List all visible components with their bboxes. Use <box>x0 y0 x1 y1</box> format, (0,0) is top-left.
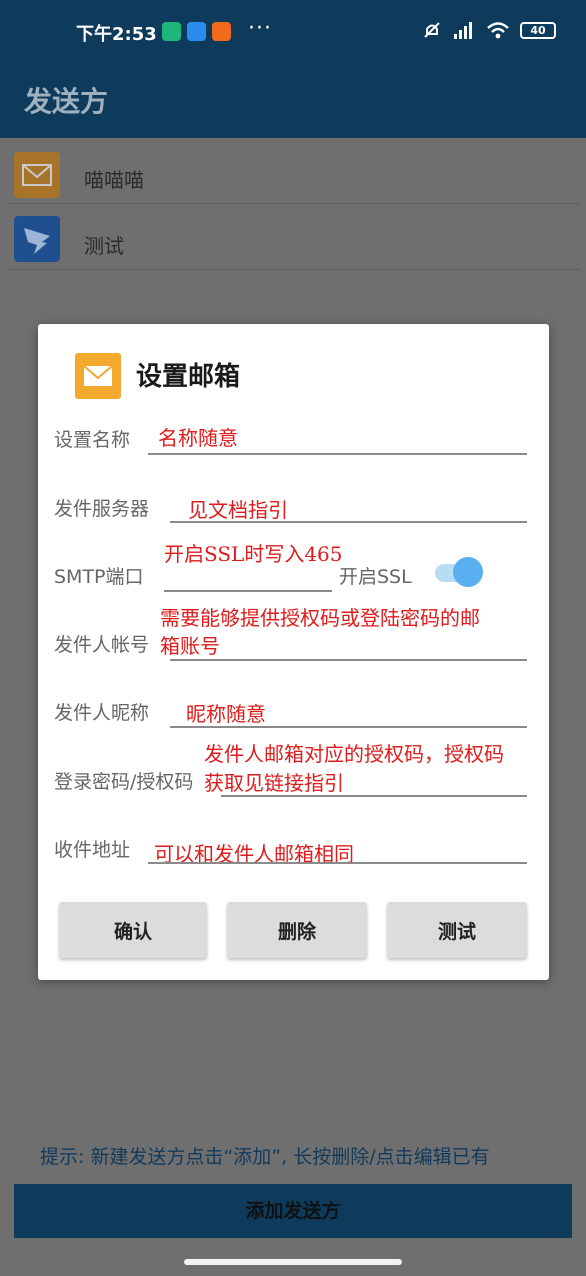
test-button[interactable]: 测试 <box>387 902 527 958</box>
account-input-line2[interactable]: 箱账号 <box>160 630 220 659</box>
password-input-line2[interactable]: 获取见链接指引 <box>204 767 344 796</box>
account-input-underline <box>170 659 527 661</box>
list-item[interactable]: 喵喵喵 <box>6 138 580 204</box>
status-right: 40 <box>422 20 556 40</box>
confirm-button[interactable]: 确认 <box>59 902 207 958</box>
server-input[interactable]: 见文档指引 <box>188 494 288 523</box>
recipient-input-underline <box>148 862 527 864</box>
signal-icon <box>454 22 472 39</box>
recipient-label: 收件地址 <box>54 839 131 861</box>
server-label: 发件服务器 <box>54 498 150 520</box>
list-item-label: 喵喵喵 <box>84 168 144 192</box>
add-sender-button[interactable]: 添加发送方 <box>14 1184 572 1238</box>
app-bar: 发送方 <box>0 62 586 138</box>
server-input-underline <box>170 521 527 523</box>
nickname-input[interactable]: 昵称随意 <box>186 698 266 727</box>
sender-list: 喵喵喵 测试 <box>0 138 586 270</box>
list-item-label: 测试 <box>84 234 124 258</box>
dingtalk-icon <box>14 216 60 262</box>
wifi-icon <box>487 22 509 39</box>
password-input-line1[interactable]: 发件人邮箱对应的授权码，授权码 <box>204 738 504 767</box>
ssl-toggle-thumb[interactable] <box>453 557 483 587</box>
taobao-app-icon <box>212 22 231 41</box>
more-notifications-icon: ··· <box>248 16 272 41</box>
list-item[interactable]: 测试 <box>6 204 580 270</box>
password-label: 登录密码/授权码 <box>54 771 194 793</box>
battery-icon: 40 <box>520 21 556 39</box>
smtp-port-underline <box>164 590 332 592</box>
page-title: 发送方 <box>24 85 109 118</box>
delete-button[interactable]: 删除 <box>227 902 367 958</box>
status-app-icons <box>162 22 231 41</box>
email-settings-dialog: 设置邮箱 设置名称 名称随意 发件服务器 见文档指引 SMTP端口 开启SSL时… <box>38 324 549 980</box>
smtp-port-note: 开启SSL时写入465 <box>164 542 343 566</box>
account-label: 发件人帐号 <box>54 634 150 656</box>
nickname-label: 发件人昵称 <box>54 702 150 724</box>
name-label: 设置名称 <box>54 429 131 451</box>
ssl-label: 开启SSL <box>339 566 412 588</box>
mail-icon <box>14 152 60 198</box>
password-input-underline <box>221 795 527 797</box>
name-input-underline <box>148 453 527 455</box>
status-time: 下午2:53 <box>76 24 157 45</box>
mute-icon <box>424 22 440 38</box>
name-input[interactable]: 名称随意 <box>158 422 238 451</box>
shield-app-icon <box>162 22 181 41</box>
upload-app-icon <box>187 22 206 41</box>
mail-icon <box>75 353 121 399</box>
status-bar: 下午2:53 ··· 40 <box>0 0 586 62</box>
hint-text: 提示: 新建发送方点击“添加”, 长按删除/点击编辑已有 <box>40 1146 490 1168</box>
account-input-line1[interactable]: 需要能够提供授权码或登陆密码的邮 <box>160 602 480 631</box>
smtp-port-label: SMTP端口 <box>54 566 144 588</box>
gesture-nav-bar[interactable] <box>184 1259 402 1265</box>
nickname-input-underline <box>170 726 527 728</box>
dialog-title: 设置邮箱 <box>136 362 241 392</box>
